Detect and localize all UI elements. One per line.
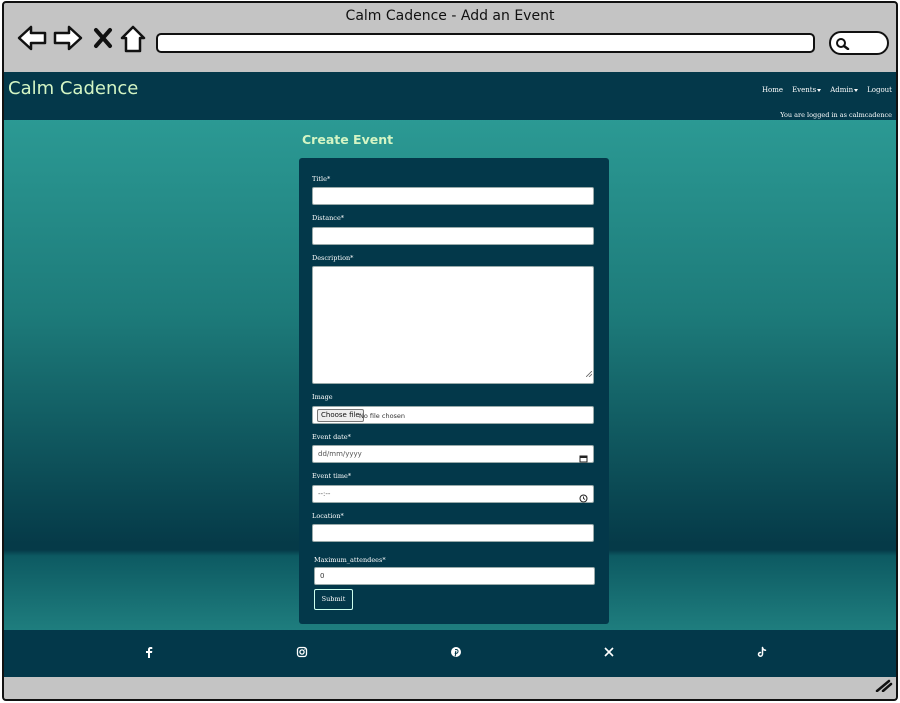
max-attendees-value: 0 [320,572,325,580]
title-input[interactable] [312,187,594,205]
event-time-label: Event time* [312,472,352,480]
title-label: Title* [312,175,331,183]
description-label: Description* [312,254,354,262]
facebook-icon[interactable] [142,645,156,659]
resize-handle-icon[interactable] [585,364,593,382]
instagram-icon[interactable] [295,645,309,659]
distance-input[interactable] [312,227,594,245]
nav-admin-label: Admin [830,86,854,94]
file-status: No file chosen [359,412,406,420]
forward-arrow-icon[interactable] [53,25,83,56]
description-textarea[interactable] [312,266,594,384]
nav-events-label: Events [792,86,817,94]
location-label: Location* [312,512,344,520]
window-resize-handle-icon[interactable] [875,678,893,697]
chevron-down-icon [817,88,822,92]
page-title: Create Event [302,132,394,147]
main-nav: Home Events Admin Logout [762,86,892,94]
site-footer [4,630,896,677]
calendar-icon[interactable] [579,450,588,468]
nav-events-dropdown[interactable]: Events [792,86,822,94]
event-time-input[interactable]: --:-- [312,485,594,503]
login-status: You are logged in as calmcadence [780,111,892,119]
max-attendees-input[interactable]: 0 [314,567,595,585]
site-header: Calm Cadence Home Events Admin Logout Yo… [4,72,896,120]
close-icon[interactable] [93,27,113,54]
event-date-label: Event date* [312,433,351,441]
page-viewport: Calm Cadence Home Events Admin Logout Yo… [4,72,896,677]
nav-admin-dropdown[interactable]: Admin [830,86,859,94]
submit-button[interactable]: Submit [314,589,353,610]
browser-search-button[interactable] [829,31,889,55]
back-arrow-icon[interactable] [17,25,47,56]
max-attendees-label: Maximum_attendees* [314,556,386,564]
location-input[interactable] [312,524,594,542]
image-file-input[interactable]: Choose file No file chosen [312,406,594,424]
event-date-placeholder: dd/mm/yyyy [318,450,362,458]
choose-file-button[interactable]: Choose file [317,409,364,422]
event-time-placeholder: --:-- [318,490,331,498]
event-date-input[interactable]: dd/mm/yyyy [312,445,594,463]
x-icon[interactable] [602,645,616,659]
create-event-form: Title* Distance* Description* Image Choo… [299,158,609,624]
nav-logout[interactable]: Logout [867,86,892,94]
image-label: Image [312,393,333,401]
address-bar[interactable] [156,33,815,53]
clock-icon[interactable] [579,490,588,508]
tiktok-icon[interactable] [755,645,769,659]
site-brand[interactable]: Calm Cadence [8,78,138,99]
distance-label: Distance* [312,214,345,222]
window-title: Calm Cadence - Add an Event [345,8,555,24]
chevron-down-icon [854,88,859,92]
browser-window: Calm Cadence - Add an Event Calm Cadence… [2,1,898,701]
nav-home[interactable]: Home [762,86,783,94]
home-icon[interactable] [120,25,146,58]
pinterest-icon[interactable] [449,645,463,659]
